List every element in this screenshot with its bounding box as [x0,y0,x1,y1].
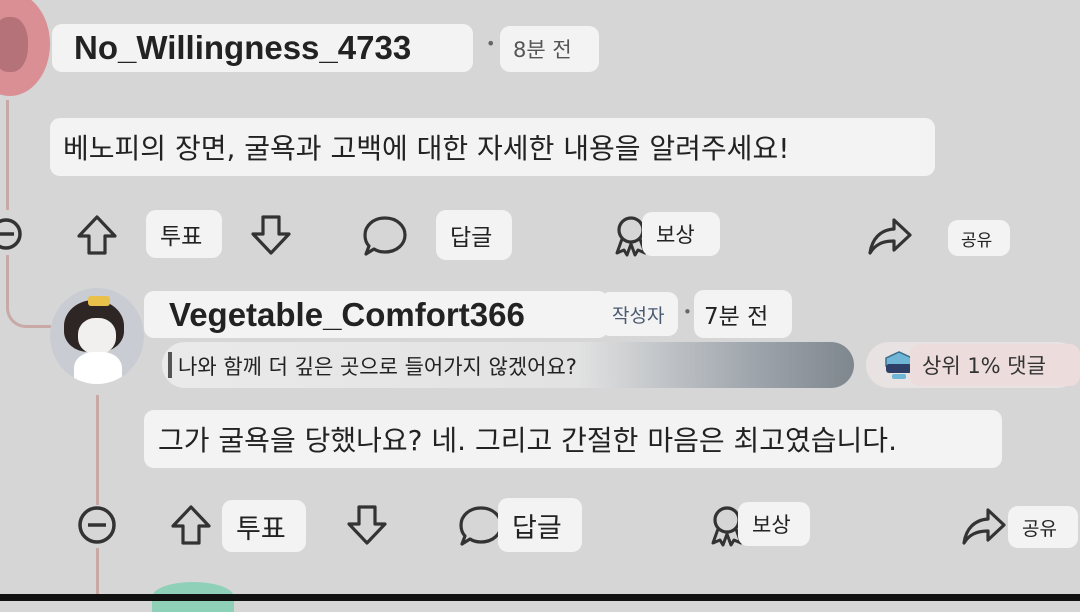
thread-line-reply [96,395,99,505]
comment-body: 베노피의 장면, 굴욕과 고백에 대한 자세한 내용을 알려주세요! [63,132,790,165]
avatar[interactable] [0,0,50,96]
award-label: 보상 [656,223,695,247]
reply-label: 답글 [512,512,562,544]
username-pill[interactable]: Vegetable_Comfort366 [144,291,608,338]
avatar-figure [0,17,28,72]
quote-bar [168,352,172,378]
top-comment-label-pill: 상위 1% 댓글 [910,344,1080,386]
op-badge: 작성자 [612,304,665,327]
award-label: 보상 [752,513,791,537]
downvote-icon[interactable] [344,502,390,548]
timestamp: 7분 전 [704,304,769,330]
avatar-face [78,318,116,354]
reply-label-pill[interactable]: 답글 [436,210,512,260]
top-comment-label: 상위 1% 댓글 [922,354,1046,378]
vote-label-pill: 투표 [222,500,306,552]
timestamp: 8분 전 [513,38,572,62]
reply-label: 답글 [450,225,493,251]
quote-banner: 나와 함께 더 깊은 곳으로 들어가지 않겠어요? [162,342,854,388]
award-label-pill[interactable]: 보상 [642,212,720,256]
share-label-pill[interactable]: 공유 [948,220,1010,256]
collapse-icon[interactable] [76,504,118,546]
collapse-icon[interactable] [0,216,24,252]
downvote-icon[interactable] [248,212,294,258]
comment-body: 그가 굴욕을 당했나요? 네. 그리고 간절한 마음은 최고였습니다. [158,424,897,457]
share-label: 공유 [961,230,993,251]
top-comment-badge: 상위 1% 댓글 [866,342,1080,388]
vote-label-pill: 투표 [146,210,222,258]
vote-label: 투표 [236,513,286,545]
upvote-icon[interactable] [74,212,120,258]
share-icon[interactable] [960,504,1008,548]
share-icon[interactable] [866,214,914,258]
avatar-body [74,352,122,384]
bottom-edge [0,594,1080,601]
thread-branch-curve [6,280,51,328]
avatar-crown [88,296,110,306]
vote-label: 투표 [160,224,203,250]
thread-line-reply-lower [96,548,99,594]
avatar[interactable] [50,288,144,384]
share-label: 공유 [1022,517,1057,540]
thread-line-main [6,100,9,210]
username[interactable]: No_Willingness_4733 [74,29,411,67]
separator: • [683,303,692,321]
quote-text: 나와 함께 더 깊은 곳으로 들어가지 않겠어요? [178,355,577,379]
upvote-icon[interactable] [168,502,214,548]
comment-icon[interactable] [360,212,410,260]
comment-body-pill: 그가 굴욕을 당했나요? 네. 그리고 간절한 마음은 최고였습니다. [144,410,1002,468]
share-label-pill[interactable]: 공유 [1008,506,1078,548]
op-badge-pill: 작성자 [600,292,678,336]
username[interactable]: Vegetable_Comfort366 [169,296,525,334]
separator: • [486,34,496,53]
timestamp-pill: 8분 전 [500,26,599,72]
timestamp-pill: 7분 전 [694,290,792,338]
comment-body-pill: 베노피의 장면, 굴욕과 고백에 대한 자세한 내용을 알려주세요! [50,118,935,176]
reply-label-pill[interactable]: 답글 [498,498,582,552]
award-label-pill[interactable]: 보상 [738,502,810,546]
username-pill[interactable]: No_Willingness_4733 [52,24,473,72]
